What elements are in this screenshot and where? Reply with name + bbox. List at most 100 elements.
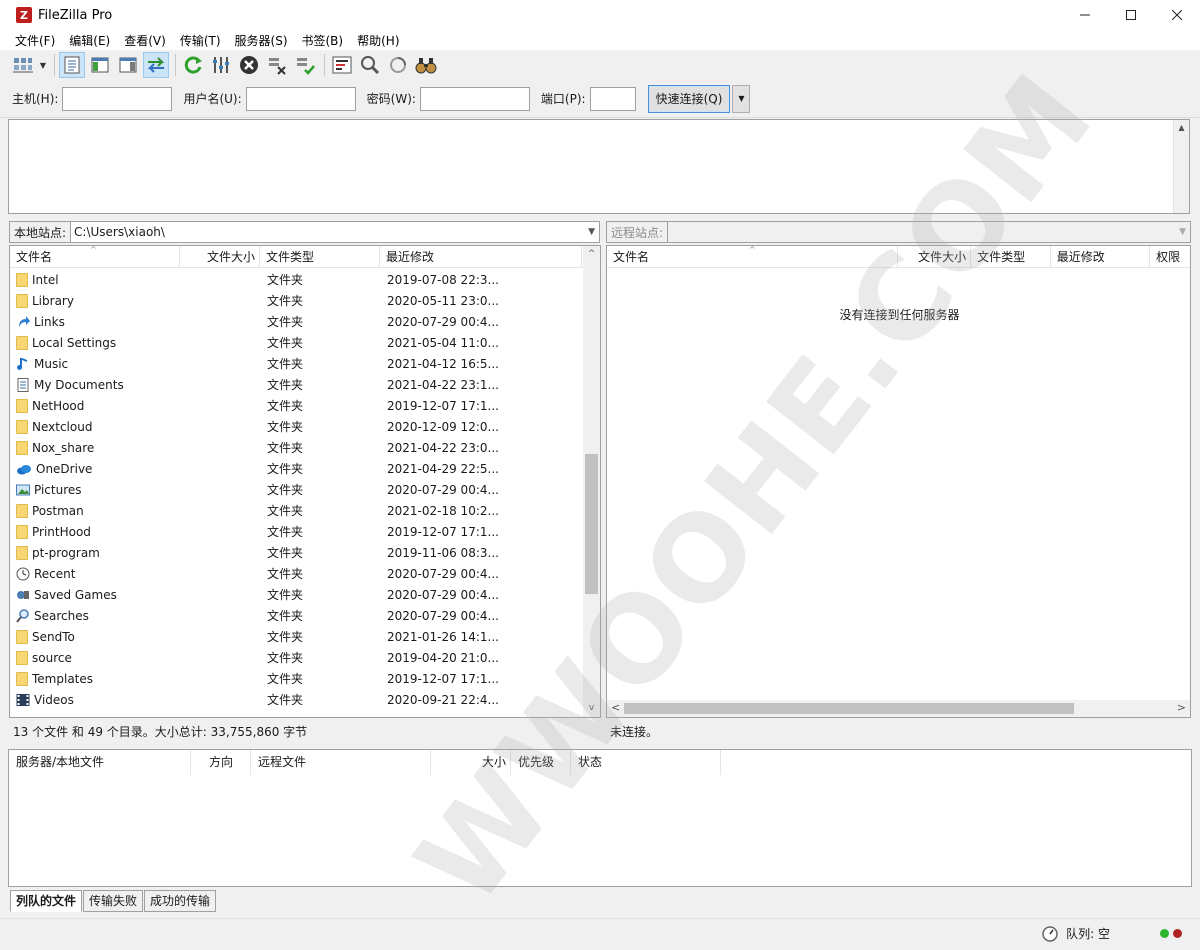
minimize-button[interactable] (1062, 0, 1108, 30)
remote-col-modified[interactable]: 最近修改 (1051, 246, 1151, 268)
scroll-up-icon[interactable]: ▲ (1174, 120, 1189, 136)
file-row[interactable]: My Documents 文件夹 2021-04-22 23:1... (10, 374, 580, 395)
file-row[interactable]: Templates 文件夹 2019-12-07 17:1... (10, 668, 580, 689)
remote-hscrollbar[interactable]: < > (607, 700, 1190, 717)
tab-successful-transfers[interactable]: 成功的传输 (144, 890, 217, 912)
sort-ascending-icon: ^ (749, 246, 756, 254)
scroll-down-icon[interactable]: v (583, 700, 600, 717)
remote-col-permissions[interactable]: 权限 (1150, 246, 1190, 268)
file-modified: 2019-12-07 17:1... (387, 524, 499, 539)
file-row[interactable]: Intel 文件夹 2019-07-08 22:3... (10, 269, 580, 290)
queue-col-priority[interactable]: 优先级 (511, 750, 571, 775)
username-input[interactable] (245, 86, 356, 111)
file-name: OneDrive (36, 461, 93, 476)
file-row[interactable]: Recent 文件夹 2020-07-29 00:4... (10, 563, 580, 584)
local-file-list[interactable]: 文件名 ^ 文件大小 文件类型 最近修改 Intel 文件夹 2019-07-08 2… (9, 245, 601, 718)
chevron-down-icon[interactable]: ▼ (1179, 222, 1186, 242)
queue-col-remote-file[interactable]: 远程文件 (251, 750, 431, 775)
disconnect-button[interactable] (264, 52, 290, 78)
file-row[interactable]: Pictures 文件夹 2020-07-29 00:4... (10, 479, 580, 500)
file-row[interactable]: Music 文件夹 2021-04-12 16:5... (10, 353, 580, 374)
remote-file-list[interactable]: 文件名 ^ 文件大小 文件类型 最近修改 权限 没有连接到任何服务器 < > (606, 245, 1191, 718)
local-status: 13 个文件 和 49 个目录。大小总计: 33,755,860 字节 (9, 720, 601, 742)
site-manager-button[interactable] (10, 52, 36, 78)
scroll-up-icon[interactable]: ^ (583, 246, 600, 263)
local-col-filesize[interactable]: 文件大小 (180, 246, 260, 268)
menu-edit[interactable]: 编辑(E) (62, 32, 117, 49)
menu-bookmarks[interactable]: 书签(B) (295, 32, 351, 49)
local-col-filename[interactable]: 文件名 ^ (10, 246, 180, 268)
file-name-cell: OneDrive (10, 462, 180, 476)
refresh-button[interactable] (180, 52, 206, 78)
file-row[interactable]: Links 文件夹 2020-07-29 00:4... (10, 311, 580, 332)
file-row[interactable]: Searches 文件夹 2020-07-29 00:4... (10, 605, 580, 626)
file-row[interactable]: Postman 文件夹 2021-02-18 10:2... (10, 500, 580, 521)
chevron-down-icon[interactable]: ▼ (588, 222, 595, 242)
file-row[interactable]: Local Settings 文件夹 2021-05-04 11:0... (10, 332, 580, 353)
tab-queued-files[interactable]: 列队的文件 (10, 890, 83, 912)
menu-file[interactable]: 文件(F) (8, 32, 62, 49)
file-row[interactable]: NetHood 文件夹 2019-12-07 17:1... (10, 395, 580, 416)
sort-ascending-icon: ^ (90, 246, 97, 254)
transfer-queue[interactable]: 服务器/本地文件 方向 远程文件 大小 优先级 状态 (8, 749, 1192, 887)
site-manager-dropdown-icon[interactable]: ▼ (38, 52, 48, 78)
queue-col-direction[interactable]: 方向 (191, 750, 251, 775)
file-name-cell: Music (10, 357, 180, 371)
process-queue-button[interactable] (208, 52, 234, 78)
file-row[interactable]: SendTo 文件夹 2021-01-26 14:1... (10, 626, 580, 647)
search-remote-files-button[interactable] (413, 52, 439, 78)
message-log-scrollbar[interactable]: ▲ (1173, 120, 1189, 213)
directory-filter-button[interactable] (329, 52, 355, 78)
menu-transfer[interactable]: 传输(T) (173, 32, 228, 49)
file-row[interactable]: source 文件夹 2019-04-20 21:0... (10, 647, 580, 668)
quickconnect-dropdown-button[interactable]: ▼ (732, 84, 751, 113)
file-name: My Documents (34, 377, 124, 392)
cancel-operation-button[interactable] (236, 52, 262, 78)
menu-view[interactable]: 查看(V) (117, 32, 173, 49)
menu-help[interactable]: 帮助(H) (350, 32, 406, 49)
queue-col-status[interactable]: 状态 (571, 750, 721, 775)
toggle-sync-browsing-button[interactable] (357, 52, 383, 78)
scroll-thumb[interactable] (585, 454, 598, 594)
remote-col-filetype[interactable]: 文件类型 (971, 246, 1051, 268)
menu-server[interactable]: 服务器(S) (228, 32, 295, 49)
reconnect-button[interactable] (292, 52, 318, 78)
local-scrollbar[interactable]: ^ v (583, 246, 600, 717)
remote-col-filename[interactable]: 文件名 ^ (607, 246, 899, 268)
tab-failed-transfers[interactable]: 传输失败 (83, 890, 144, 912)
scroll-thumb[interactable] (624, 703, 1074, 714)
file-row[interactable]: OneDrive 文件夹 2021-04-29 22:5... (10, 458, 580, 479)
message-log[interactable]: ▲ (8, 119, 1190, 214)
file-row[interactable]: Saved Games 文件夹 2020-07-29 00:4... (10, 584, 580, 605)
local-path-input[interactable]: C:\Users\xiaoh\ ▼ (70, 221, 601, 243)
scroll-right-icon[interactable]: > (1177, 701, 1186, 714)
file-row[interactable]: pt-program 文件夹 2019-11-06 08:3... (10, 542, 580, 563)
file-row[interactable]: Nox_share 文件夹 2021-04-22 23:0... (10, 437, 580, 458)
file-type: 文件夹 (267, 609, 304, 623)
queue-tabs: 列队的文件 传输失败 成功的传输 (10, 890, 217, 912)
file-row[interactable]: Nextcloud 文件夹 2020-12-09 12:0... (10, 416, 580, 437)
password-input[interactable] (419, 86, 530, 111)
toggle-remote-tree-button[interactable] (115, 52, 141, 78)
port-input[interactable] (589, 86, 636, 111)
toggle-local-tree-button[interactable] (87, 52, 113, 78)
host-input[interactable] (62, 86, 173, 111)
queue-col-size[interactable]: 大小 (431, 750, 511, 775)
queue-col-server-local-file[interactable]: 服务器/本地文件 (9, 750, 191, 775)
scroll-left-icon[interactable]: < (611, 701, 620, 714)
toggle-transfer-queue-button[interactable] (143, 52, 169, 78)
toolbar-separator (54, 54, 55, 76)
compare-directories-button[interactable] (385, 52, 411, 78)
maximize-button[interactable] (1108, 0, 1154, 30)
file-row[interactable]: Library 文件夹 2020-05-11 23:0... (10, 290, 580, 311)
quickconnect-button[interactable]: 快速连接(Q) (647, 84, 731, 113)
file-row[interactable]: Videos 文件夹 2020-09-21 22:4... (10, 689, 580, 710)
local-col-modified[interactable]: 最近修改 (380, 246, 582, 268)
local-col-filetype[interactable]: 文件类型 (260, 246, 380, 268)
file-row[interactable]: PrintHood 文件夹 2019-12-07 17:1... (10, 521, 580, 542)
remote-path-input[interactable]: ▼ (667, 221, 1191, 243)
file-name: Saved Games (34, 587, 117, 602)
remote-col-filesize[interactable]: 文件大小 (898, 246, 972, 268)
toggle-message-log-button[interactable] (59, 52, 85, 78)
close-button[interactable] (1154, 0, 1200, 30)
